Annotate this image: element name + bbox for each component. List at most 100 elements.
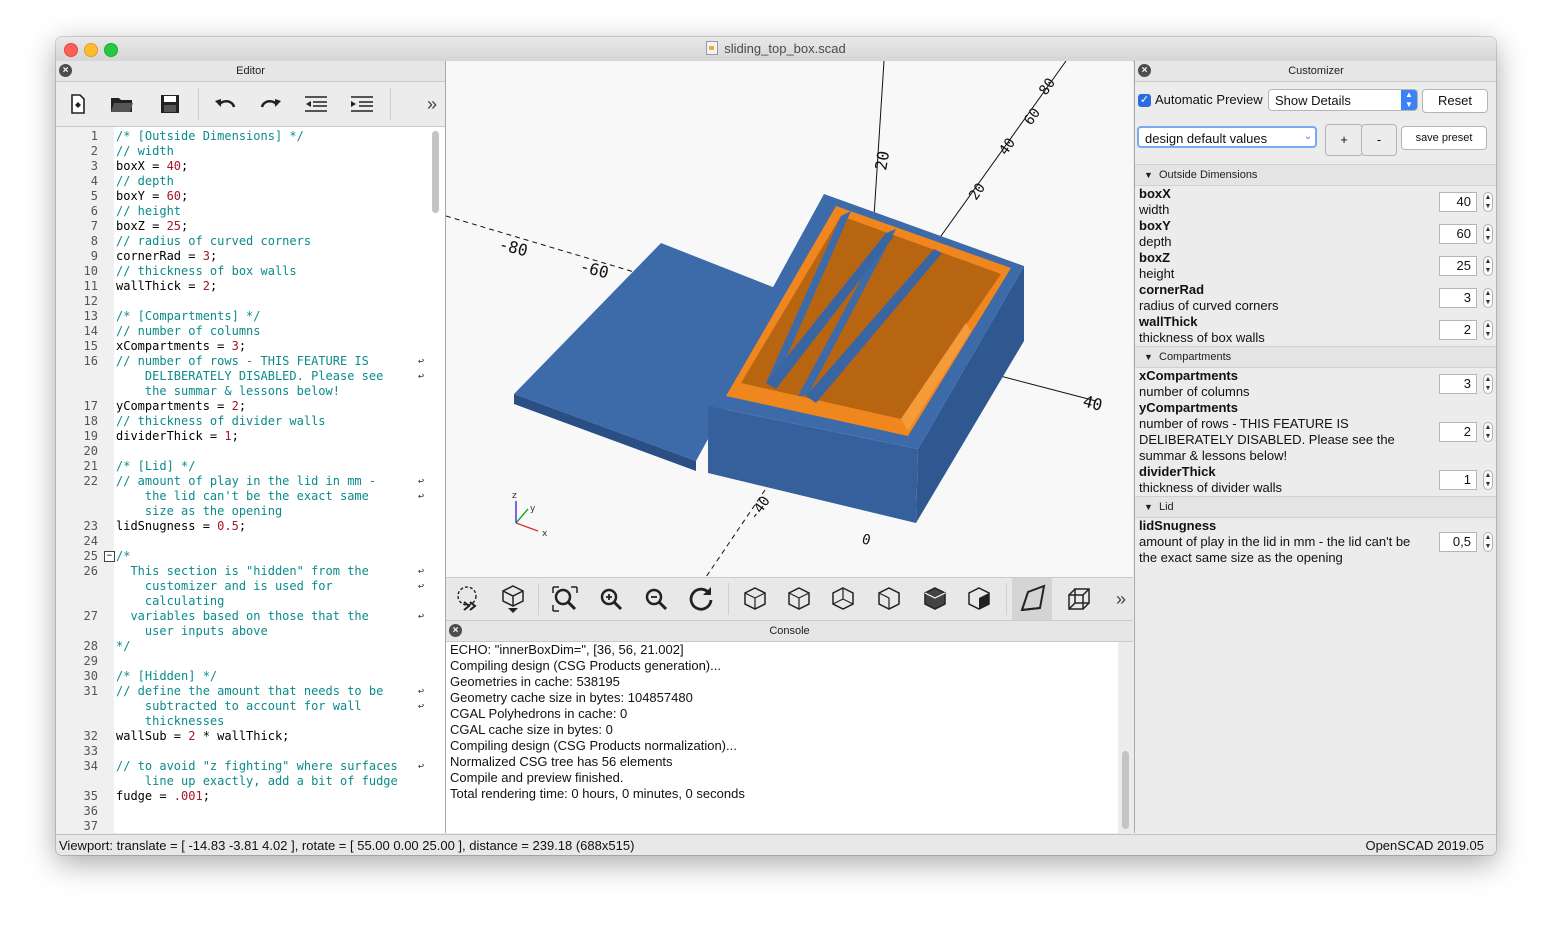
view-front-icon[interactable]: [920, 584, 950, 614]
tick-label: -80: [497, 235, 530, 261]
line-number: 13: [83, 309, 98, 323]
line-text: subtracted to account for wall: [116, 699, 362, 713]
3d-scene: -80 -60 -40 20 40 20 20 40 60 80 -40 0: [446, 61, 1104, 577]
parameter-row: dividerThick thickness of divider walls 1 ▲…: [1135, 464, 1496, 496]
console-output[interactable]: ECHO: "innerBoxDim=", [36, 56, 21.002] Co…: [446, 642, 1118, 833]
parameter-value-input[interactable]: 0,5: [1439, 532, 1477, 552]
line-number: 14: [83, 324, 98, 338]
version-label: OpenSCAD 2019.05: [1365, 838, 1484, 853]
preview-icon[interactable]: [454, 584, 484, 614]
code-line: 7 boxZ = 25;: [56, 219, 445, 234]
line-number: 17: [83, 399, 98, 413]
stepper-arrows-icon[interactable]: ▲ ▼: [1483, 224, 1493, 244]
parameter-value-input[interactable]: 2: [1439, 320, 1477, 340]
stepper-arrows-icon[interactable]: ▲ ▼: [1483, 256, 1493, 276]
parameter-description: thickness of divider walls: [1139, 480, 1283, 495]
view-all-icon[interactable]: [550, 584, 580, 614]
zoom-out-icon[interactable]: [641, 584, 671, 614]
group-name: Compartments: [1159, 351, 1232, 363]
indent-icon[interactable]: [348, 90, 376, 118]
parameter-value-input[interactable]: 1: [1439, 470, 1477, 490]
more-view-icon[interactable]: »: [1106, 584, 1136, 614]
line-number: 8: [90, 234, 98, 248]
code-line: 37: [56, 819, 445, 833]
redo-icon[interactable]: [256, 90, 284, 118]
code-editor[interactable]: 1 /* [Outside Dimensions] */ 2 // width 3 box…: [56, 127, 445, 833]
code-line: 3 boxX = 40;: [56, 159, 445, 174]
line-text: // thickness of box walls: [116, 264, 297, 278]
reset-button[interactable]: Reset: [1422, 89, 1488, 113]
parameter-value-input[interactable]: 60: [1439, 224, 1477, 244]
axis-label-z: z: [512, 491, 517, 501]
parameter-value-input[interactable]: 3: [1439, 374, 1477, 394]
console-scrollbar[interactable]: [1122, 751, 1129, 829]
unindent-icon[interactable]: [302, 90, 330, 118]
group-header[interactable]: ▼ Compartments: [1135, 346, 1496, 368]
line-text: calculating: [116, 594, 225, 608]
parameter-row: cornerRad radius of curved corners 3 ▲ ▼: [1135, 282, 1496, 314]
more-icon[interactable]: »: [418, 90, 446, 118]
reset-view-icon[interactable]: [686, 584, 716, 614]
parameter-description: depth: [1139, 234, 1172, 249]
fold-toggle-icon[interactable]: −: [104, 551, 115, 562]
view-right-icon[interactable]: [740, 584, 770, 614]
open-file-icon[interactable]: [108, 90, 136, 118]
line-text: // radius of curved corners: [116, 234, 312, 248]
zoom-in-icon[interactable]: [596, 584, 626, 614]
undo-icon[interactable]: [212, 90, 240, 118]
view-back-icon[interactable]: [964, 584, 994, 614]
stepper-arrows-icon[interactable]: ▲ ▼: [1483, 320, 1493, 340]
perspective-icon[interactable]: [1012, 578, 1052, 620]
line-text: the lid can't be the exact same: [116, 489, 369, 503]
code-line: 14 // number of columns: [56, 324, 445, 339]
add-preset-button[interactable]: +: [1325, 124, 1363, 156]
line-text: cornerRad = 3;: [116, 249, 218, 263]
stepper-arrows-icon[interactable]: ▲ ▼: [1483, 192, 1493, 212]
new-file-icon[interactable]: [64, 90, 92, 118]
parameter-value-input[interactable]: 3: [1439, 288, 1477, 308]
details-select[interactable]: Show Details ▲ ▼: [1268, 89, 1418, 111]
stepper-arrows-icon[interactable]: ▲ ▼: [1483, 288, 1493, 308]
view-left-icon[interactable]: [874, 584, 904, 614]
view-toolbar: »: [446, 577, 1133, 621]
line-number: 3: [90, 159, 98, 173]
preset-select[interactable]: design default values ⌄: [1137, 126, 1317, 148]
parameter-row: yCompartments number of rows - THIS FEATU…: [1135, 400, 1496, 464]
parameter-description: number of columns: [1139, 384, 1250, 399]
parameter-value-input[interactable]: 40: [1439, 192, 1477, 212]
render-icon[interactable]: [498, 584, 528, 614]
close-customizer-icon[interactable]: ×: [1138, 64, 1151, 77]
line-number: 31: [83, 684, 98, 698]
code-line: 24: [56, 534, 445, 549]
view-bottom-icon[interactable]: [828, 584, 858, 614]
tick-label: -40: [746, 493, 774, 523]
code-line: 4 // depth: [56, 174, 445, 189]
view-top-icon[interactable]: [784, 584, 814, 614]
group-header[interactable]: ▼ Lid: [1135, 496, 1496, 518]
group-header[interactable]: ▼ Outside Dimensions: [1135, 164, 1496, 186]
auto-preview-checkbox[interactable]: ✓: [1138, 94, 1151, 107]
stepper-arrows-icon[interactable]: ▲ ▼: [1483, 532, 1493, 552]
parameter-value-input[interactable]: 25: [1439, 256, 1477, 276]
orthogonal-icon[interactable]: [1064, 584, 1094, 614]
close-editor-icon[interactable]: ×: [59, 64, 72, 77]
stepper-arrows-icon[interactable]: ▲ ▼: [1483, 374, 1493, 394]
line-number: 24: [83, 534, 98, 548]
line-wrap-icon: ↩: [418, 356, 425, 367]
stepper-arrows-icon[interactable]: ▲ ▼: [1483, 422, 1493, 442]
editor-scrollbar[interactable]: [432, 131, 439, 213]
group-name: Lid: [1159, 501, 1174, 513]
stepper-arrows-icon[interactable]: ▲ ▼: [1483, 470, 1493, 490]
code-line: 20: [56, 444, 445, 459]
remove-preset-button[interactable]: -: [1361, 124, 1397, 156]
parameter-value-input[interactable]: 2: [1439, 422, 1477, 442]
3d-viewport[interactable]: -80 -60 -40 20 40 20 20 40 60 80 -40 0: [446, 61, 1133, 577]
editor-pane: × Editor » 1 /* [Outside Dimensions] */ …: [56, 61, 446, 833]
console-line: Compiling design (CSG Products generatio…: [450, 658, 721, 673]
close-console-icon[interactable]: ×: [449, 624, 462, 637]
save-icon[interactable]: [156, 90, 184, 118]
save-preset-button[interactable]: save preset: [1401, 126, 1487, 150]
line-number: 23: [83, 519, 98, 533]
console-line: CGAL Polyhedrons in cache: 0: [450, 706, 628, 721]
parameter-row: lidSnugness amount of play in the lid in …: [1135, 518, 1496, 566]
